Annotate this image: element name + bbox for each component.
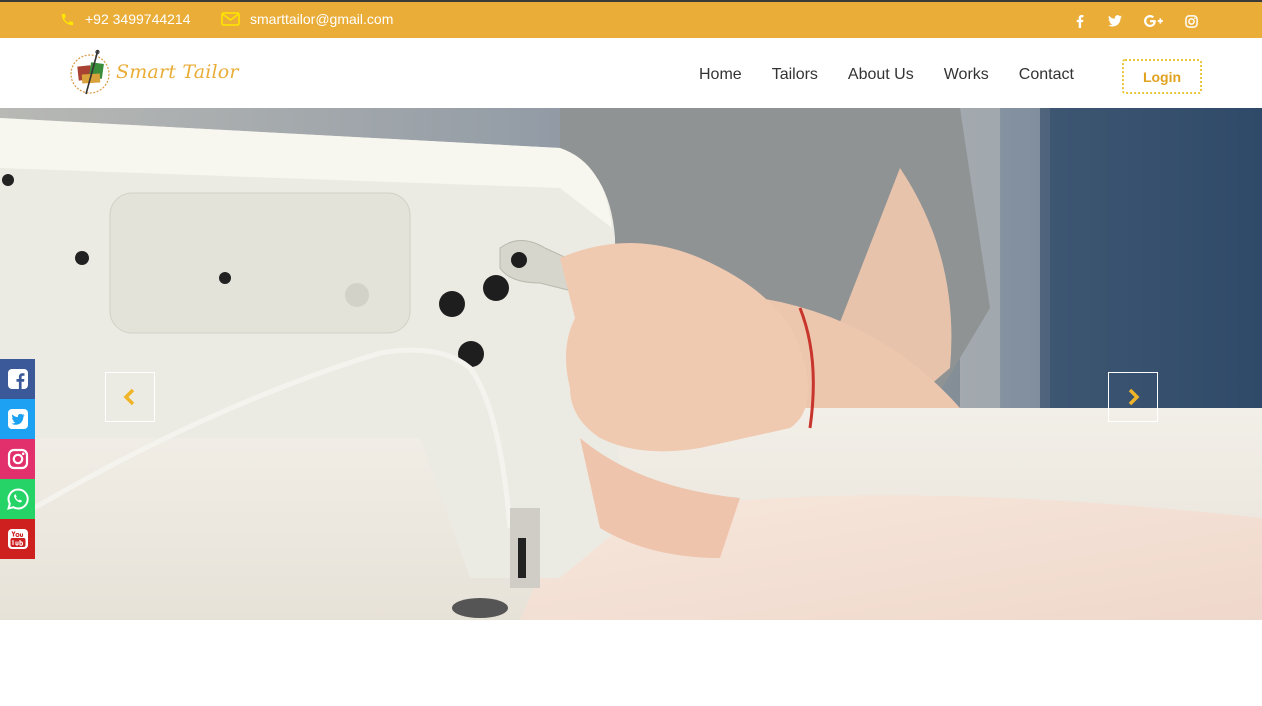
top-bar: +92 3499744214 smarttailor@gmail.com	[0, 0, 1262, 38]
email-address: smarttailor@gmail.com	[250, 11, 394, 27]
facebook-icon	[7, 369, 28, 389]
facebook-icon[interactable]	[1073, 13, 1087, 29]
topbar-social-links	[1052, 13, 1198, 29]
login-button[interactable]: Login	[1122, 59, 1202, 94]
logo-text: Smart Tailor	[116, 61, 239, 83]
twitter-icon[interactable]	[1108, 13, 1122, 29]
site-logo[interactable]: Smart Tailor	[68, 48, 239, 96]
sewing-logo-icon	[70, 49, 110, 95]
side-whatsapp-link[interactable]	[0, 479, 35, 519]
google-plus-icon[interactable]	[1143, 13, 1163, 29]
side-social-bar	[0, 359, 35, 559]
side-facebook-link[interactable]	[0, 359, 35, 399]
twitter-icon	[7, 409, 28, 429]
main-nav: Home Tailors About Us Works Contact	[699, 66, 1074, 84]
hero-slider	[0, 108, 1262, 620]
whatsapp-icon	[6, 488, 29, 510]
side-youtube-link[interactable]	[0, 519, 35, 559]
hero-image	[0, 108, 1262, 620]
main-header: Smart Tailor Home Tailors About Us Works…	[0, 38, 1262, 108]
instagram-icon	[7, 448, 28, 470]
phone-contact[interactable]: +92 3499744214	[60, 11, 191, 27]
phone-number: +92 3499744214	[85, 11, 191, 27]
envelope-icon	[221, 12, 240, 26]
side-instagram-link[interactable]	[0, 439, 35, 479]
slider-next-button[interactable]	[1108, 372, 1158, 422]
nav-works[interactable]: Works	[944, 66, 989, 84]
chevron-left-icon	[123, 388, 135, 406]
nav-contact[interactable]: Contact	[1019, 66, 1074, 84]
chevron-right-icon	[1128, 388, 1140, 406]
nav-about-us[interactable]: About Us	[848, 66, 914, 84]
email-contact[interactable]: smarttailor@gmail.com	[221, 11, 393, 27]
youtube-icon	[7, 529, 28, 549]
side-twitter-link[interactable]	[0, 399, 35, 439]
slider-prev-button[interactable]	[105, 372, 155, 422]
nav-home[interactable]: Home	[699, 66, 742, 84]
nav-tailors[interactable]: Tailors	[772, 66, 818, 84]
phone-icon	[61, 13, 74, 25]
instagram-icon[interactable]	[1184, 13, 1198, 29]
